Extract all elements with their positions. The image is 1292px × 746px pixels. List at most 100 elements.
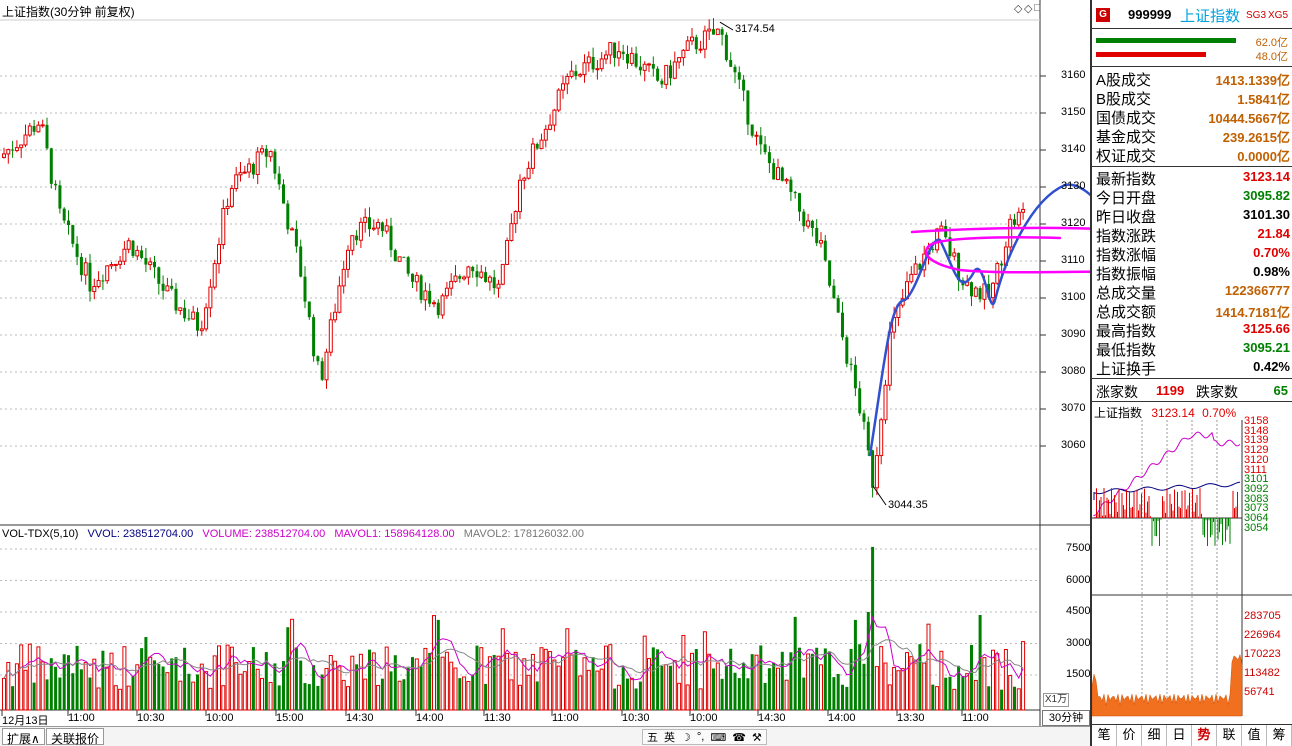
ime-english-icon[interactable]: 英 [664, 729, 675, 745]
vvol-value: VVOL: 238512704.00 [87, 528, 194, 540]
diamond-icon[interactable]: ◇ [1014, 2, 1022, 15]
volume-bar [626, 678, 629, 710]
ime-punct-icon[interactable]: °, [697, 731, 704, 743]
candle-body [242, 171, 247, 174]
volume-bar [1003, 649, 1008, 711]
volume-bar [539, 647, 544, 711]
candle-body [419, 275, 423, 300]
candle-body [479, 271, 484, 278]
volume-bar [436, 619, 440, 710]
candle-body [131, 240, 135, 256]
stat-row: A股成交 1413.1339亿 [1094, 69, 1290, 89]
volume-bar [828, 651, 832, 710]
candle-body [337, 285, 342, 313]
volume-bar [466, 681, 471, 711]
volume-bar [543, 648, 548, 711]
candle-body [368, 217, 371, 230]
volume-bar [414, 658, 419, 711]
volume-bar [526, 674, 531, 711]
candle-body [492, 277, 496, 289]
candle-body [2, 153, 6, 158]
ime-moon-icon[interactable]: ☽ [681, 731, 691, 744]
volume-bar [702, 631, 707, 711]
volume-bar [961, 675, 965, 710]
period-button[interactable]: 30分钟 [1042, 710, 1090, 726]
maximize-icon[interactable]: □ [1034, 2, 1041, 14]
stat-label: 今日开盘 [1096, 190, 1157, 207]
panel-tab-细[interactable]: 细 [1142, 725, 1167, 746]
volume-bar [513, 651, 518, 711]
kline-chart-area[interactable]: 上证指数(30分钟 前复权) ◇ ◇ □ 3174.54 3044.35 316… [0, 0, 1220, 746]
candle-body [539, 139, 544, 150]
high-marker-label: 3174.54 [735, 23, 775, 35]
fall-label: 跌家数 [1196, 384, 1238, 400]
time-tick-label: 13:30 [897, 712, 925, 724]
panel-tab-价[interactable]: 价 [1117, 725, 1142, 746]
expand-tab[interactable]: 扩展∧ [2, 728, 45, 746]
g-badge-icon[interactable]: G [1096, 8, 1110, 22]
volume-bar [574, 649, 578, 710]
candle-body [621, 51, 625, 55]
stat-row: 最高指数 3125.66 [1094, 320, 1290, 340]
stat-row: 上证换手 0.42% [1094, 358, 1290, 378]
volume-bar [113, 685, 118, 711]
candle-body [509, 223, 514, 241]
panel-tab-势[interactable]: 势 [1192, 725, 1217, 746]
volume-bar [131, 675, 135, 710]
panel-tab-筹[interactable]: 筹 [1267, 725, 1292, 746]
diamond-icon-2[interactable]: ◇ [1024, 2, 1032, 15]
candle-body [784, 179, 789, 182]
ime-keyboard-icon[interactable]: ⌨ [710, 731, 726, 744]
volume-bar [183, 647, 187, 710]
candle-body [970, 282, 973, 297]
panel-tab-联[interactable]: 联 [1217, 725, 1242, 746]
stat-label: 基金成交 [1096, 129, 1157, 146]
volume-bar [312, 665, 316, 710]
stat-value: 3095.82 [1243, 188, 1290, 203]
panel-tab-日[interactable]: 日 [1167, 725, 1192, 746]
candle-body [995, 263, 1000, 284]
candle-body [556, 89, 561, 111]
price-tick-label: 3060 [1061, 439, 1086, 451]
volume-bar [763, 682, 767, 710]
candle-body [776, 167, 780, 180]
volume-bar [234, 662, 239, 711]
candle-body [939, 225, 944, 230]
volume-bar [440, 656, 445, 711]
volume-bar [341, 679, 346, 711]
volume-bar [299, 660, 303, 710]
volume-bar [1021, 641, 1026, 711]
sg3-label[interactable]: SG3 [1246, 10, 1266, 21]
ime-wubi-icon[interactable]: 五 [647, 729, 658, 745]
xg5-label[interactable]: XG5 [1268, 10, 1288, 21]
kline-svg [0, 0, 1220, 726]
candle-body [157, 267, 161, 284]
candle-body [513, 211, 518, 225]
volume-bar [423, 647, 428, 711]
vol-indicator-name[interactable]: VOL-TDX(5,10) [2, 528, 78, 540]
divider [1092, 166, 1292, 167]
volume-bar [802, 677, 806, 710]
panel-tab-笔[interactable]: 笔 [1092, 725, 1117, 746]
time-tick-label: 11:00 [68, 712, 95, 724]
ime-tools-icon[interactable]: ⚒ [752, 731, 762, 744]
outflow-bar [1096, 52, 1206, 57]
volume-bar [122, 646, 127, 711]
ime-phone-icon[interactable]: ☎ [732, 731, 746, 744]
candle-body [19, 144, 24, 149]
ime-toolbar[interactable]: 五 英 ☽ °, ⌨ ☎ ⚒ [642, 729, 767, 745]
volume-bar [260, 677, 264, 711]
candle-body [260, 148, 264, 153]
stat-value: 0.0000亿 [1237, 149, 1290, 164]
candle-body [453, 275, 458, 282]
divider [1092, 28, 1292, 29]
stat-value: 3125.66 [1243, 321, 1290, 336]
candle-body [591, 56, 595, 70]
related-quotes-tab[interactable]: 关联报价 [46, 728, 105, 746]
volume-bar [660, 665, 664, 710]
candle-body [466, 266, 471, 278]
volume-bar [823, 648, 827, 710]
candle-body [316, 356, 320, 362]
panel-tab-值[interactable]: 值 [1242, 725, 1267, 746]
volume-bar [212, 655, 217, 711]
